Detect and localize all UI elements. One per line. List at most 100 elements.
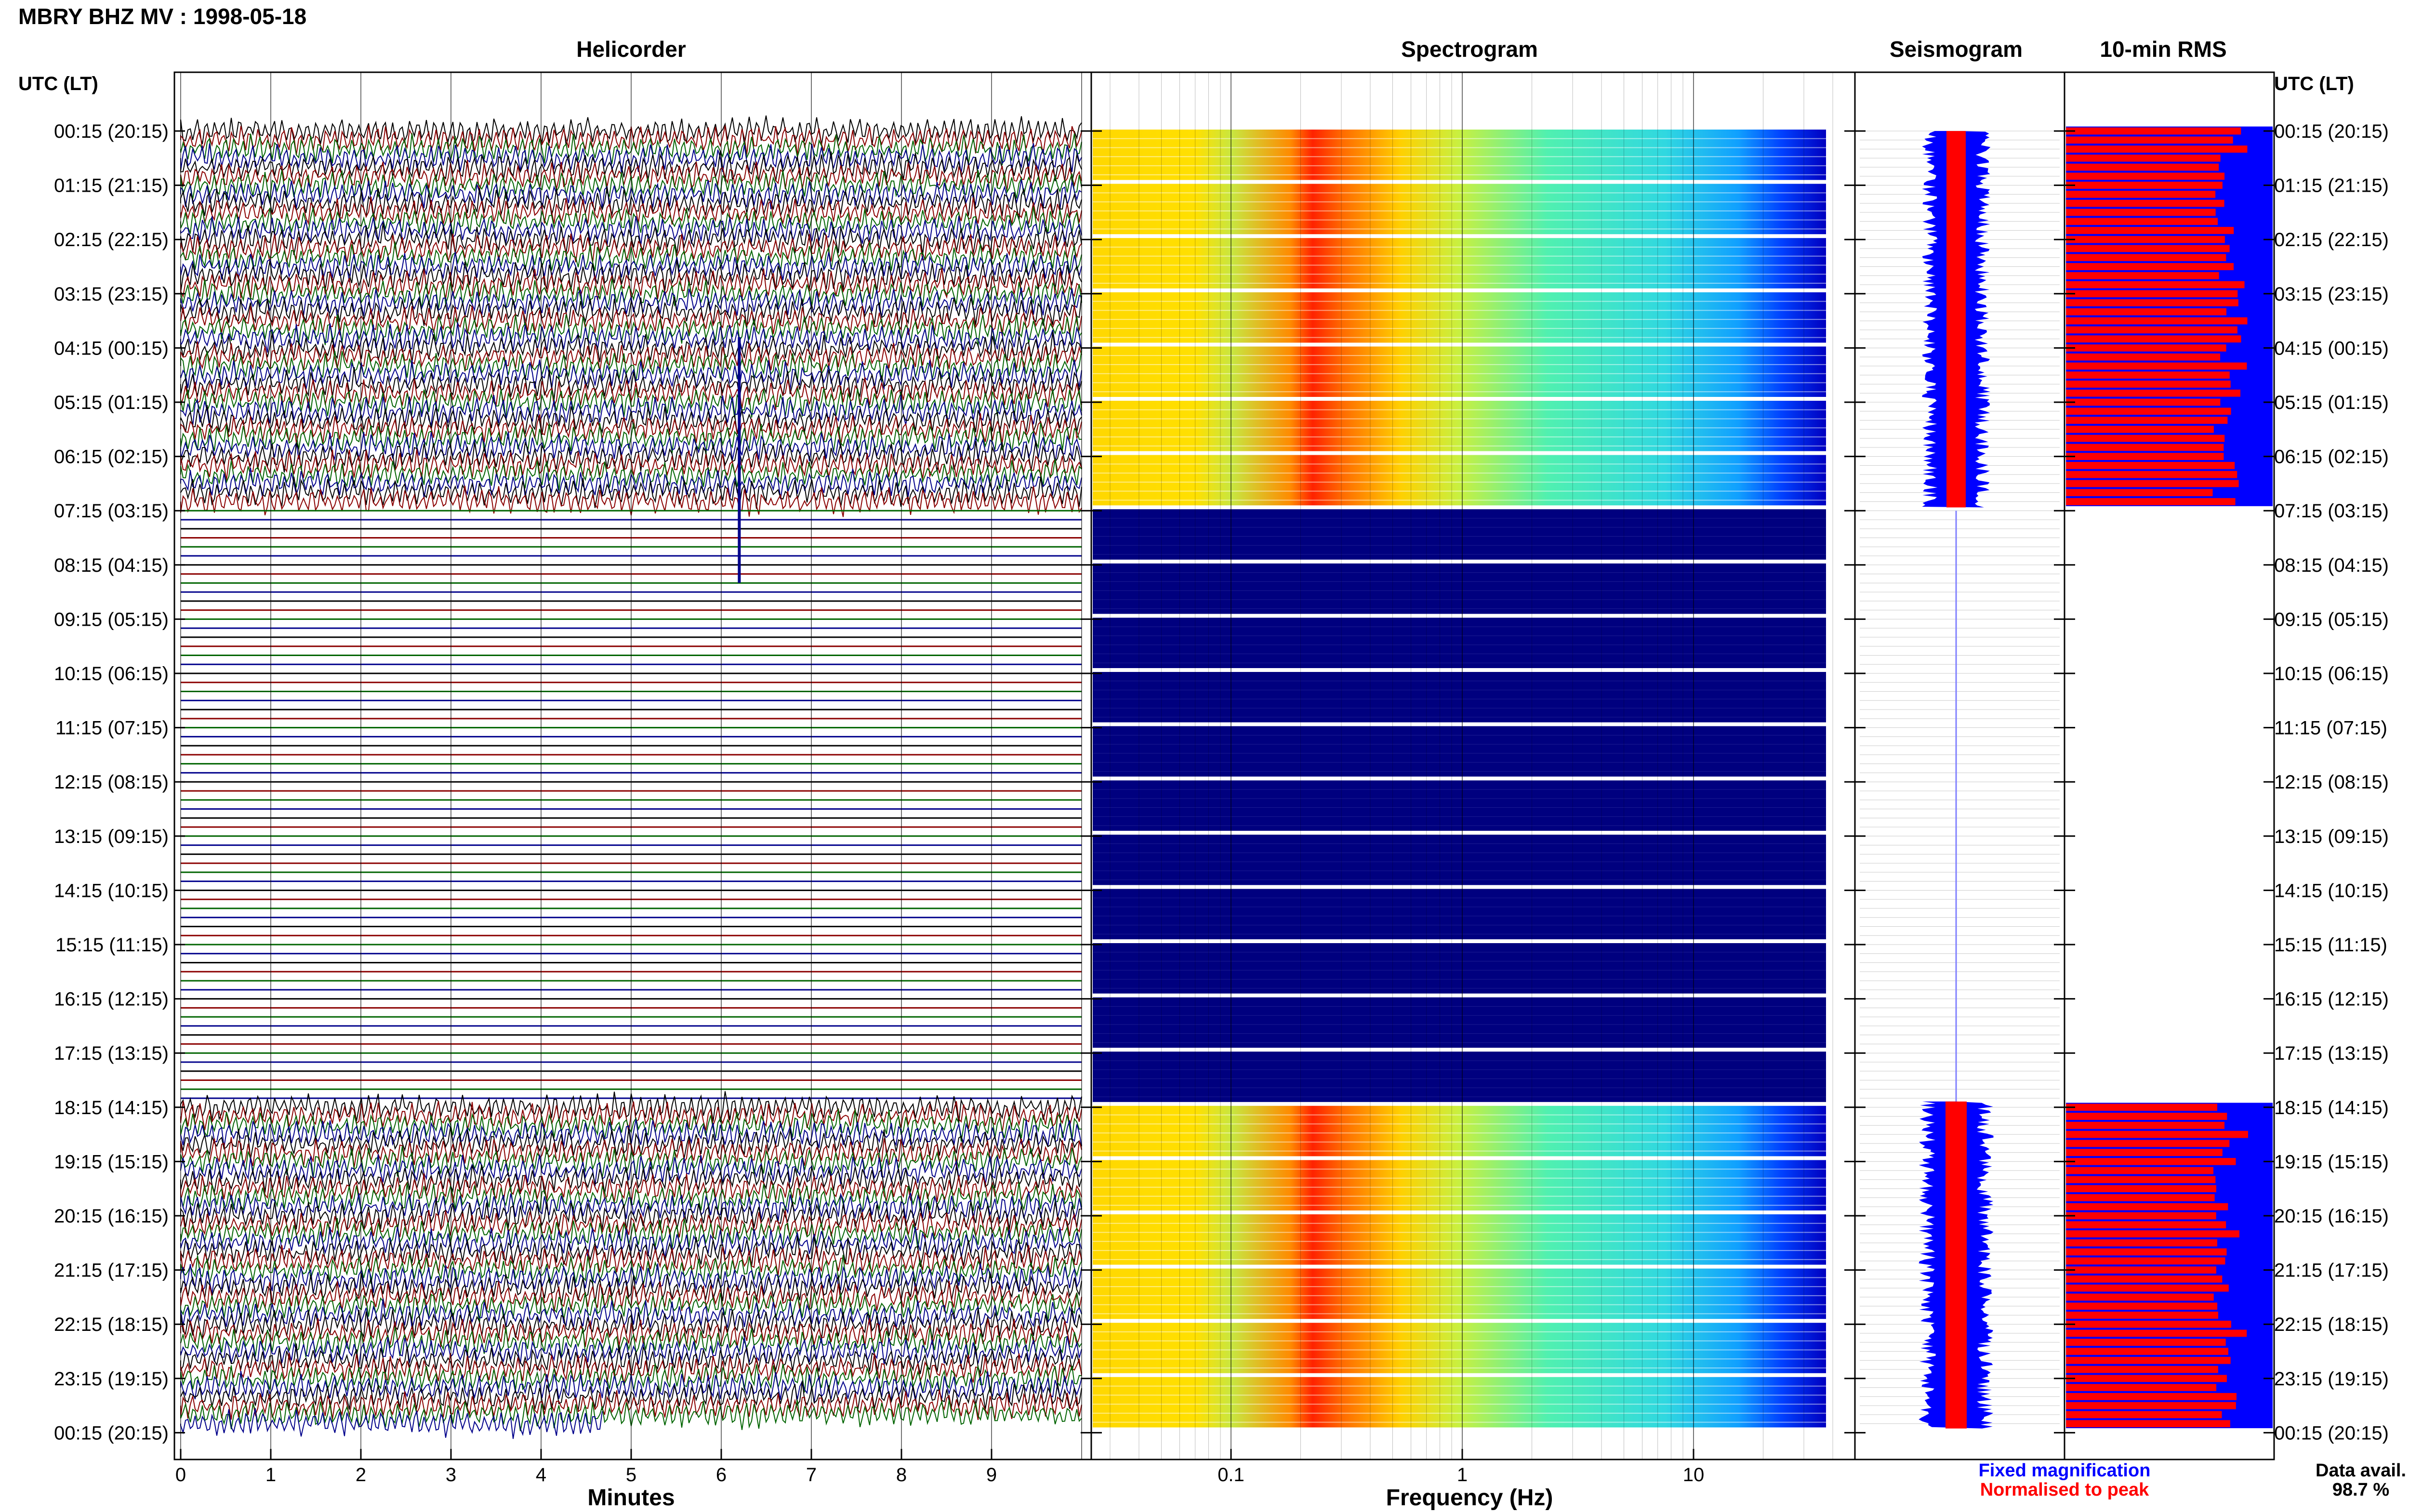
rms-bar — [2066, 1121, 2225, 1129]
helicorder-x-label: Minutes — [587, 1485, 675, 1511]
time-label: 14:15 (10:15) — [2274, 880, 2389, 901]
rms-bar — [2066, 1393, 2237, 1400]
spectrogram-panel — [1093, 72, 1833, 1459]
rms-bar — [2066, 1275, 2223, 1283]
rms-bar — [2066, 444, 2224, 451]
time-label: 07:15 (03:15) — [54, 500, 169, 522]
rms-bar — [2066, 1248, 2227, 1256]
spectrogram-hour-block — [1093, 1214, 1826, 1265]
time-label: 08:15 (04:15) — [2274, 555, 2389, 576]
spectrogram-hour-block — [1093, 943, 1826, 994]
spectrogram-hour-block — [1093, 238, 1826, 289]
time-label: 20:15 (16:15) — [2274, 1206, 2389, 1227]
x-tick-label: 0 — [175, 1464, 186, 1486]
time-label: 04:15 (00:15) — [54, 338, 169, 359]
rms-bar — [2066, 290, 2238, 298]
time-label: 20:15 (16:15) — [54, 1206, 169, 1227]
rms-bar — [2066, 163, 2219, 171]
rms-bar — [2066, 1221, 2226, 1229]
rms-bar — [2066, 1158, 2236, 1165]
time-label: 15:15 (11:15) — [2274, 934, 2387, 956]
rms-bar — [2066, 362, 2247, 370]
rms-bar — [2066, 417, 2228, 424]
spectrogram-hour-block — [1093, 834, 1826, 885]
time-label: 11:15 (07:15) — [2274, 718, 2387, 739]
time-label: 06:15 (02:15) — [2274, 447, 2389, 468]
x-tick-label: 0.1 — [1218, 1464, 1244, 1486]
time-axis-header-left: UTC (LT) — [18, 73, 98, 94]
x-tick-label: 7 — [806, 1464, 817, 1486]
rms-bar — [2066, 335, 2241, 343]
rms-bar — [2066, 254, 2226, 262]
spectrogram-hour-block — [1093, 184, 1826, 235]
time-label: 01:15 (21:15) — [2274, 175, 2389, 197]
rms-bar — [2066, 1356, 2231, 1364]
spectrogram-x-label: Frequency (Hz) — [1386, 1485, 1553, 1511]
time-label: 09:15 (05:15) — [2274, 609, 2389, 630]
time-axis-header-right: UTC (LT) — [2274, 73, 2354, 94]
figure-title: MBRY BHZ MV : 1998-05-18 — [18, 4, 306, 29]
time-label: 16:15 (12:15) — [2274, 989, 2389, 1010]
rms-bar — [2066, 317, 2248, 325]
rms-bar — [2066, 480, 2239, 487]
rms-bar — [2066, 425, 2214, 433]
rms-bar — [2066, 326, 2237, 334]
rms-bar — [2066, 1176, 2216, 1183]
x-tick-label: 3 — [446, 1464, 456, 1486]
spectrogram-hour-block — [1093, 401, 1826, 451]
time-label: 16:15 (12:15) — [54, 989, 169, 1010]
data-availability-label: Data avail. — [2316, 1460, 2406, 1481]
time-label: 22:15 (18:15) — [2274, 1314, 2389, 1335]
rms-bar — [2066, 182, 2223, 189]
rms-bar — [2066, 190, 2216, 198]
rms-bar — [2066, 1411, 2222, 1419]
rms-bar — [2066, 145, 2248, 153]
time-labels-right: 00:15 (20:15) 01:15 (21:15) 02:15 (22:15) 0… — [2274, 121, 2389, 1444]
rms-bar — [2066, 1104, 2217, 1111]
time-label: 10:15 (06:15) — [2274, 663, 2389, 684]
rms-bar — [2066, 371, 2230, 379]
rms-bar — [2066, 227, 2234, 234]
time-label: 03:15 (23:15) — [2274, 284, 2389, 305]
rms-bar — [2066, 1366, 2218, 1373]
panel-title-rms: 10-min RMS — [2100, 37, 2226, 62]
x-tick-label: 8 — [896, 1464, 907, 1486]
time-label: 23:15 (19:15) — [2274, 1368, 2389, 1390]
rms-bar — [2066, 1194, 2215, 1201]
time-label: 06:15 (02:15) — [54, 447, 169, 468]
time-label: 14:15 (10:15) — [54, 880, 169, 901]
spectrogram-hour-block — [1093, 346, 1826, 397]
rms-bar — [2066, 1149, 2223, 1157]
x-tick-label: 9 — [986, 1464, 997, 1486]
time-label: 02:15 (22:15) — [2274, 229, 2389, 250]
rms-bar — [2066, 218, 2218, 225]
rms-bar — [2066, 127, 2241, 135]
time-label: 05:15 (01:15) — [2274, 392, 2389, 413]
time-label: 15:15 (11:15) — [55, 934, 169, 956]
rms-bar — [2066, 1293, 2214, 1301]
time-labels-left: 00:15 (20:15) 01:15 (21:15) 02:15 (22:15) 0… — [54, 121, 169, 1444]
spectrogram-hour-block — [1093, 1105, 1826, 1157]
time-label: 17:15 (13:15) — [54, 1043, 169, 1064]
rms-bar — [2066, 1212, 2216, 1220]
spectrogram-hour-block — [1093, 672, 1826, 723]
rms-bar — [2066, 1384, 2217, 1391]
spectrogram-hour-block — [1093, 1268, 1826, 1319]
rms-bar — [2066, 1402, 2236, 1409]
rms-bar — [2066, 1140, 2230, 1147]
time-label: 02:15 (22:15) — [54, 229, 169, 250]
x-tick-label: 2 — [356, 1464, 366, 1486]
rms-bar — [2066, 236, 2225, 243]
rms-bar — [2066, 461, 2235, 469]
time-label: 13:15 (09:15) — [2274, 826, 2389, 847]
seismic-summary-figure: MBRY BHZ MV : 1998-05-18 Helicorder Spec… — [18, 4, 2406, 1511]
helicorder-x-ticks: 0 1 2 3 4 5 6 7 8 9 — [175, 1449, 997, 1486]
rms-bar — [2066, 172, 2225, 180]
rms-bar — [2066, 1348, 2228, 1355]
rms-bar — [2066, 1329, 2247, 1337]
rms-bar — [2066, 434, 2225, 442]
spectrogram-hour-block — [1093, 889, 1826, 939]
rms-bar — [2066, 381, 2231, 388]
spectrogram-hour-block — [1093, 563, 1826, 614]
rms-bar — [2066, 1230, 2239, 1237]
